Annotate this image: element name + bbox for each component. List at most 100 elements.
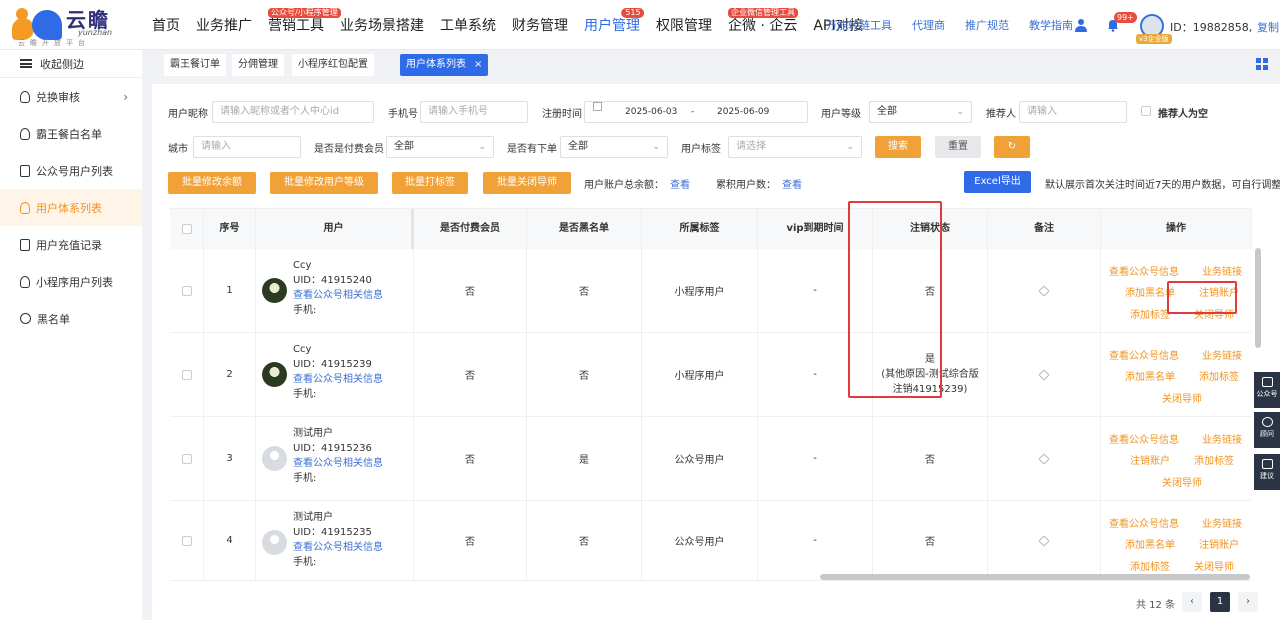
nav-promotion[interactable]: 业务推广 (196, 0, 252, 50)
nav-wecom[interactable]: 企微 · 企云 企业微信管理工具 (728, 0, 798, 50)
float-advisor[interactable]: 顾问 (1254, 412, 1280, 448)
referrer-input[interactable]: 请输入 (1019, 101, 1127, 123)
total-balance-view-link[interactable]: 查看 (670, 180, 690, 191)
vertical-scrollbar[interactable] (1255, 248, 1261, 348)
add-tag-button[interactable]: 添加标签 (1194, 452, 1234, 467)
sidebar-item-user-system[interactable]: 用户体系列表 (0, 189, 142, 226)
sidebar-item-whitelist[interactable]: 霸王餐白名单 (0, 115, 142, 152)
main-content: 用户昵称 请输入昵称或者个人中心id 手机号 请输入手机号 注册时间 2025-… (152, 84, 1280, 620)
horizontal-scrollbar[interactable] (820, 574, 1250, 580)
row-select-cell (170, 249, 204, 333)
view-official-info-link[interactable]: 查看公众号相关信息 (293, 288, 383, 303)
sidebar-item-miniapp-users[interactable]: 小程序用户列表 (0, 263, 142, 300)
link-promo-rules[interactable]: 推广规范 (965, 0, 1009, 50)
level-select[interactable]: 全部 ⌄ (869, 101, 972, 123)
nav-finance[interactable]: 财务管理 (512, 0, 568, 50)
excel-export-button[interactable]: Excel导出 (964, 171, 1031, 193)
view-official-info-link[interactable]: 查看公众号相关信息 (293, 456, 383, 471)
link-universal-convert[interactable]: 万能转链工具 (826, 0, 892, 50)
link-tutorial[interactable]: 教学指南 (1029, 0, 1073, 50)
add-blacklist-button[interactable]: 添加黑名单 (1125, 368, 1175, 383)
batch-close-guide-button[interactable]: 批量关闭导师 (483, 172, 571, 194)
sidebar-item-recharge[interactable]: 用户充值记录 (0, 226, 142, 263)
batch-tag-button[interactable]: 批量打标签 (392, 172, 468, 194)
float-suggestion[interactable]: 建议 (1254, 454, 1280, 490)
phone-input[interactable]: 请输入手机号 (420, 101, 528, 123)
batch-balance-button[interactable]: 批量修改余额 (168, 172, 256, 194)
close-guide-button[interactable]: 关闭导师 (1162, 474, 1202, 489)
nav-marketing[interactable]: 营销工具 公众号/小程序管理 (268, 0, 341, 50)
edit-icon[interactable] (1038, 368, 1050, 381)
nav-home[interactable]: 首页 (152, 0, 180, 50)
cancel-status-cell: 否 (873, 417, 988, 501)
link-agent[interactable]: 代理商 (912, 0, 945, 50)
add-blacklist-button[interactable]: 添加黑名单 (1125, 536, 1175, 551)
tab-free-meal-orders[interactable]: 霸王餐订单 (164, 54, 226, 76)
has-order-label: 是否有下单 (507, 144, 557, 155)
nav-user-management[interactable]: 用户管理 515 (584, 0, 645, 50)
view-official-info-button[interactable]: 查看公众号信息 (1109, 431, 1179, 446)
tab-commission[interactable]: 分佣管理 (232, 54, 284, 76)
referrer-empty-checkbox[interactable] (1141, 106, 1151, 116)
paid-member-select[interactable]: 全部 ⌄ (386, 136, 494, 158)
search-button[interactable]: 搜索 (875, 136, 921, 158)
add-tag-button[interactable]: 添加标签 (1130, 306, 1170, 321)
user-icon[interactable] (1074, 18, 1088, 32)
collapse-sidebar-button[interactable]: 收起侧边 (0, 50, 142, 78)
sidebar-item-official-users[interactable]: 公众号用户列表 (0, 152, 142, 189)
cancel-account-button[interactable]: 注销账户 (1130, 452, 1170, 467)
view-official-info-button[interactable]: 查看公众号信息 (1109, 515, 1179, 530)
edit-icon[interactable] (1038, 452, 1050, 465)
has-order-select[interactable]: 全部 ⌄ (560, 136, 668, 158)
business-link-button[interactable]: 业务链接 (1202, 347, 1242, 362)
row-checkbox[interactable] (181, 453, 192, 464)
business-link-button[interactable]: 业务链接 (1202, 515, 1242, 530)
date-range-picker[interactable]: 2025-06-03 - 2025-06-09 (584, 101, 808, 123)
close-guide-button[interactable]: 关闭导师 (1194, 558, 1234, 573)
nav-scenario[interactable]: 业务场景搭建 (340, 0, 424, 50)
total-users-view-link[interactable]: 查看 (782, 180, 802, 191)
row-checkbox[interactable] (181, 285, 192, 296)
nickname-label: 用户昵称 (168, 109, 208, 120)
add-tag-button[interactable]: 添加标签 (1130, 558, 1170, 573)
view-official-info-button[interactable]: 查看公众号信息 (1109, 263, 1179, 278)
remark-cell (988, 249, 1101, 333)
nav-ticket[interactable]: 工单系统 (440, 0, 496, 50)
view-official-info-link[interactable]: 查看公众号相关信息 (293, 540, 383, 555)
top-bar: 云瞻 yunzhan 云瞻开放平台 首页 业务推广 营销工具 公众号/小程序管理 … (0, 0, 1280, 50)
business-link-button[interactable]: 业务链接 (1202, 263, 1242, 278)
nav-permission[interactable]: 权限管理 (656, 0, 712, 50)
top-right: 99+ v3企业版 ID：19882858, 复制 (1074, 0, 1280, 50)
row-checkbox[interactable] (181, 535, 192, 546)
select-all-checkbox[interactable] (182, 224, 192, 234)
avatar (262, 362, 287, 387)
row-checkbox[interactable] (181, 369, 192, 380)
grid-icon[interactable] (1256, 58, 1268, 70)
batch-level-button[interactable]: 批量修改用户等级 (270, 172, 378, 194)
city-input[interactable]: 请输入 (193, 136, 301, 158)
business-link-button[interactable]: 业务链接 (1202, 431, 1242, 446)
logo[interactable]: 云瞻 yunzhan 云瞻开放平台 (12, 6, 122, 47)
page-button[interactable]: 1 (1210, 592, 1230, 612)
close-guide-button[interactable]: 关闭导师 (1162, 390, 1202, 405)
edit-icon[interactable] (1038, 284, 1050, 297)
sidebar-item-exchange-review[interactable]: 兑换审核 › (0, 78, 142, 115)
tab-user-system[interactable]: 用户体系列表 × (400, 54, 489, 76)
user-tag-select[interactable]: 请选择 ⌄ (728, 136, 862, 158)
nickname-input[interactable]: 请输入昵称或者个人中心id (212, 101, 374, 123)
reset-button[interactable]: 重置 (935, 136, 981, 158)
close-icon[interactable]: × (474, 59, 482, 70)
view-official-info-link[interactable]: 查看公众号相关信息 (293, 372, 383, 387)
view-official-info-button[interactable]: 查看公众号信息 (1109, 347, 1179, 362)
edit-icon[interactable] (1038, 534, 1050, 547)
add-tag-button[interactable]: 添加标签 (1199, 368, 1239, 383)
cancel-account-button[interactable]: 注销账户 (1199, 536, 1239, 551)
sidebar-item-blacklist[interactable]: 黑名单 (0, 300, 142, 337)
next-page-button[interactable]: › (1238, 592, 1258, 612)
index-cell: 4 (204, 501, 256, 581)
refresh-button[interactable]: ↻ (994, 136, 1030, 158)
float-official-account[interactable]: 公众号 (1254, 372, 1280, 408)
tab-red-packet-config[interactable]: 小程序红包配置 (292, 54, 374, 76)
prev-page-button[interactable]: ‹ (1182, 592, 1202, 612)
copy-button[interactable]: 复制 (1257, 19, 1279, 35)
